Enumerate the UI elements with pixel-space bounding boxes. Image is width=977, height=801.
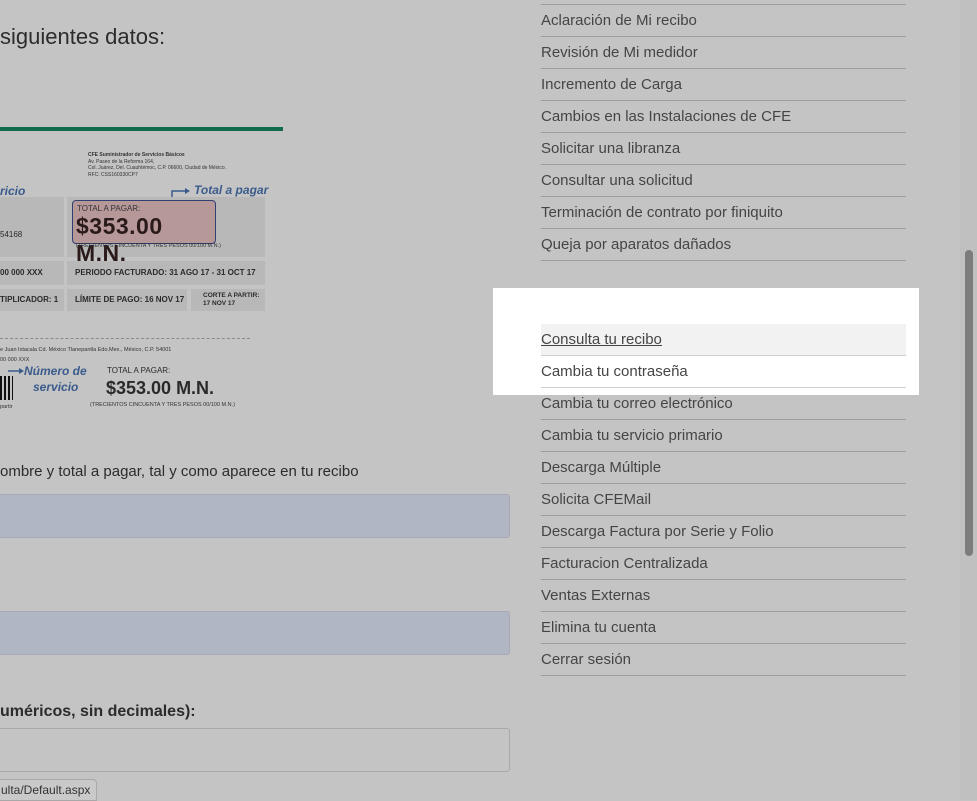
receipt-total-box: TOTAL A PAGAR: $353.00 M.N. <box>72 200 216 266</box>
menu-item-queja-aparatos[interactable]: Queja por aparatos dañados <box>541 229 906 261</box>
amount-input[interactable] <box>0 728 510 772</box>
account-popup-list: Consulta tu recibo Cambia tu contraseña <box>541 324 906 388</box>
menu-item-elimina-cuenta[interactable]: Elimina tu cuenta <box>541 612 906 644</box>
account-popup: Consulta tu recibo Cambia tu contraseña <box>493 288 919 395</box>
receipt-multiplicador: TIPLICADOR: 1 <box>0 295 59 304</box>
receipt-tag-servicio: ricio <box>0 184 26 198</box>
receipt-num-fragment-2: 00 000 XXX <box>0 268 43 277</box>
menu-item-cambios-instalaciones[interactable]: Cambios en las Instalaciones de CFE <box>541 101 906 133</box>
menu-item-incremento-carga[interactable]: Incremento de Carga <box>541 69 906 101</box>
receipt-address-line: Col. Juárez, Del. Cuauhtémoc, C.P. 06600… <box>88 165 227 171</box>
menu-item-descarga-factura[interactable]: Descarga Factura por Serie y Folio <box>541 516 906 548</box>
receipt-tag-total: Total a pagar <box>194 183 269 197</box>
receipt-illustration: CFE Suministrador de Servicios Básicos A… <box>0 150 285 415</box>
menu-item-ventas-externas[interactable]: Ventas Externas <box>541 580 906 612</box>
total-input[interactable] <box>0 611 510 655</box>
receipt-periodo: PERIODO FACTURADO: 31 AGO 17 - 31 OCT 17 <box>75 268 256 277</box>
receipt-bottom-total-label: TOTAL A PAGAR: <box>107 366 171 375</box>
menu-item-cfemail[interactable]: Solicita CFEMail <box>541 484 906 516</box>
receipt-bottom-total-words: (TRECIENTOS CINCUENTA Y TRES PESOS 00/10… <box>90 402 235 408</box>
menu-item-terminacion-contrato[interactable]: Terminación de contrato por finiquito <box>541 197 906 229</box>
status-bar-url: ulta/Default.aspx <box>0 779 98 801</box>
barcode <box>0 376 13 400</box>
menu-item-facturacion-centralizada[interactable]: Facturacion Centralizada <box>541 548 906 580</box>
menu-item-cerrar-sesion[interactable]: Cerrar sesión <box>541 644 906 676</box>
receipt-rfc: RFC: CSS160330CP7 <box>88 171 138 178</box>
menu-item-libranza[interactable]: Solicitar una libranza <box>541 133 906 165</box>
receipt-limite: LÍMITE DE PAGO: 16 NOV 17 <box>75 295 185 304</box>
arrow-icon <box>8 368 24 374</box>
receipt-cut-line <box>0 338 250 339</box>
sidebar-menu: Aclaración de Mi recibo Revisión de Mi m… <box>541 4 906 261</box>
receipt-bottom-total-amount: $353.00 M.N. <box>106 378 215 398</box>
menu-item-revision-medidor[interactable]: Revisión de Mi medidor <box>541 37 906 69</box>
receipt-bottom-num: 00 000 XXX <box>0 357 30 363</box>
vertical-scrollbar[interactable] <box>960 0 977 800</box>
menu-item-consultar-solicitud[interactable]: Consultar una solicitud <box>541 165 906 197</box>
amount-label: uméricos, sin decimales): <box>0 703 196 720</box>
receipt-address-bottom: e Juan Ixtacala Cd. México Tlanepantla E… <box>0 347 172 353</box>
menu-item-cambia-contrasena[interactable]: Cambia tu contraseña <box>541 356 906 388</box>
menu-item-descarga-multiple[interactable]: Descarga Múltiple <box>541 452 906 484</box>
instruction-text: ombre y total a pagar, tal y como aparec… <box>0 463 359 480</box>
receipt-total-label: TOTAL A PAGAR: <box>77 204 141 213</box>
receipt-cell <box>0 197 64 257</box>
divider-line <box>0 127 283 131</box>
receipt-total-words: (TRECIENTOS CINCUENTA Y TRES PESOS 00/10… <box>76 243 221 249</box>
scrollbar-thumb[interactable] <box>965 250 973 556</box>
name-input[interactable] <box>0 494 510 538</box>
menu-item-cambia-servicio[interactable]: Cambia tu servicio primario <box>541 420 906 452</box>
receipt-num-fragment: 54168 <box>0 230 23 239</box>
receipt-numero-label-2: servicio <box>33 380 79 394</box>
receipt-corte-date: 17 NOV 17 <box>203 300 236 307</box>
receipt-address: CFE Suministrador de Servicios Básicos A… <box>88 152 226 178</box>
receipt-bottom-partir: partir <box>0 404 13 410</box>
menu-item-aclaracion[interactable]: Aclaración de Mi recibo <box>541 5 906 37</box>
menu-item-consulta-recibo[interactable]: Consulta tu recibo <box>541 324 906 356</box>
page-heading: siguientes datos: <box>0 24 166 49</box>
receipt-numero-label: Número de <box>24 364 87 378</box>
receipt-total-amount: $353.00 M.N. <box>76 213 163 266</box>
receipt-corte: CORTE A PARTIR: <box>203 292 260 299</box>
